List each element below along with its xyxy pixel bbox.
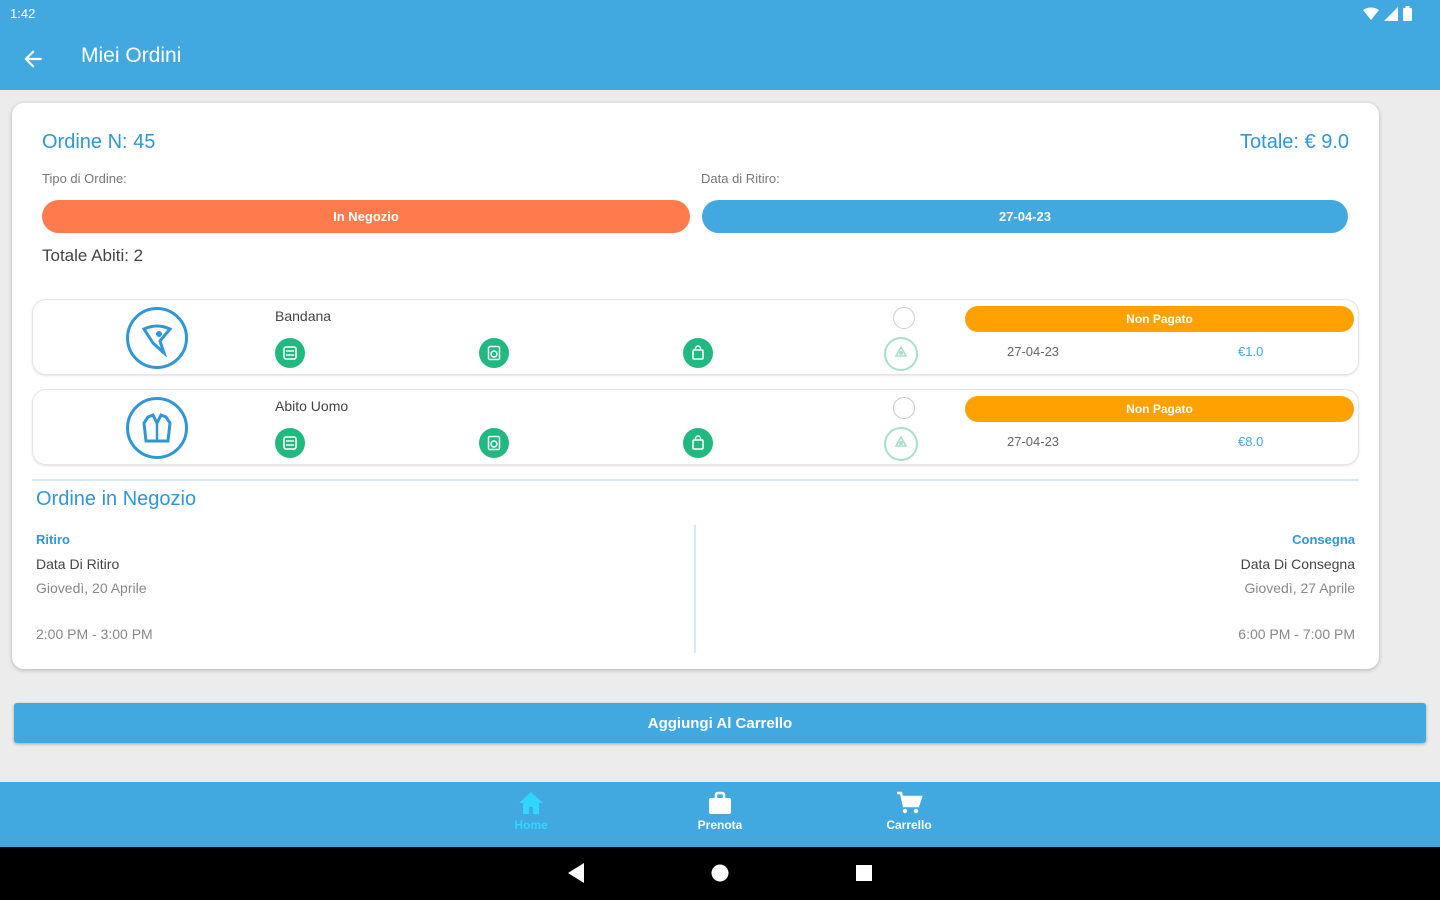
back-arrow-icon[interactable] (20, 46, 46, 72)
pickup-date-pill: 27-04-23 (702, 200, 1348, 233)
nav-home-label: Home (514, 818, 548, 832)
app-bar: Miei Ordini (0, 28, 1440, 90)
system-nav-bar (0, 847, 1440, 900)
order-type-label: Tipo di Ordine: (42, 171, 127, 186)
recents-square-icon[interactable] (854, 862, 874, 884)
back-triangle-icon[interactable] (566, 862, 586, 884)
status-bar: 1:42 (0, 0, 1440, 28)
delivery-heading: Consegna (1292, 532, 1355, 547)
pickup-date: Giovedì, 20 Aprile (36, 580, 147, 596)
section-divider (32, 479, 1359, 481)
home-icon (519, 792, 543, 814)
nav-prenota-label: Prenota (697, 818, 743, 832)
delivery-label: Data Di Consegna (1240, 556, 1355, 572)
washing-machine-icon (479, 338, 509, 368)
battery-icon (1403, 6, 1412, 21)
order-item[interactable]: Abito Uomo Non Pagato 27-04-23 €8.0 (32, 389, 1359, 465)
item-price: €1.0 (1238, 344, 1264, 359)
nav-prenota[interactable]: Prenota (675, 790, 765, 842)
item-date: 27-04-23 (1007, 434, 1060, 449)
suit-icon (126, 397, 188, 459)
pickup-heading: Ritiro (36, 532, 70, 547)
shopping-bag-icon (683, 428, 713, 458)
item-date: 27-04-23 (1007, 344, 1060, 359)
add-to-cart-button[interactable]: Aggiungi Al Carrello (14, 703, 1426, 743)
washer-icon (275, 338, 305, 368)
order-item[interactable]: Bandana Non Pagato 27-04-23 €1.0 (32, 299, 1359, 375)
signal-icon (1384, 6, 1398, 21)
section-title: Ordine in Negozio (36, 488, 197, 510)
bottom-nav: Home Prenota Carrello (0, 782, 1440, 847)
payment-status-badge: Non Pagato (965, 306, 1354, 332)
column-separator (694, 525, 696, 653)
briefcase-icon (709, 791, 731, 814)
home-circle-icon[interactable] (710, 862, 730, 884)
recycle-icon (884, 337, 918, 371)
pickup-time: 2:00 PM - 3:00 PM (36, 626, 153, 642)
status-time: 1:42 (10, 6, 36, 21)
item-name: Bandana (275, 308, 332, 324)
cart-icon (897, 791, 923, 814)
shopping-bag-icon (683, 338, 713, 368)
washer-icon (275, 428, 305, 458)
delivery-column: Consegna Data Di Consegna Giovedì, 27 Ap… (1238, 531, 1355, 643)
total-items: Totale Abiti: 2 (42, 246, 144, 265)
wifi-icon (1363, 7, 1379, 20)
delivery-date: Giovedì, 27 Aprile (1244, 580, 1355, 596)
pickup-label: Data Di Ritiro (36, 556, 120, 572)
pickup-column: Ritiro Data Di Ritiro Giovedì, 20 Aprile… (36, 531, 153, 643)
system-icons (1363, 6, 1412, 21)
nav-home[interactable]: Home (486, 790, 576, 842)
order-number: Ordine N: 45 (42, 131, 156, 153)
nav-carrello[interactable]: Carrello (864, 790, 954, 842)
delivery-time: 6:00 PM - 7:00 PM (1238, 626, 1355, 642)
recycle-icon (884, 427, 918, 461)
pickup-date-label: Data di Ritiro: (701, 171, 780, 186)
washing-machine-icon (479, 428, 509, 458)
order-total: Totale: € 9.0 (1240, 131, 1349, 153)
order-type-pill: In Negozio (42, 200, 690, 233)
item-price: €8.0 (1238, 434, 1264, 449)
bandana-icon (126, 307, 188, 369)
item-name: Abito Uomo (275, 398, 349, 414)
order-card: Ordine N: 45 Totale: € 9.0 Tipo di Ordin… (12, 103, 1379, 669)
payment-status-badge: Non Pagato (965, 396, 1354, 422)
page-title: Miei Ordini (81, 44, 182, 67)
nav-carrello-label: Carrello (886, 818, 932, 832)
item-select-radio[interactable] (893, 307, 915, 329)
item-select-radio[interactable] (893, 397, 915, 419)
